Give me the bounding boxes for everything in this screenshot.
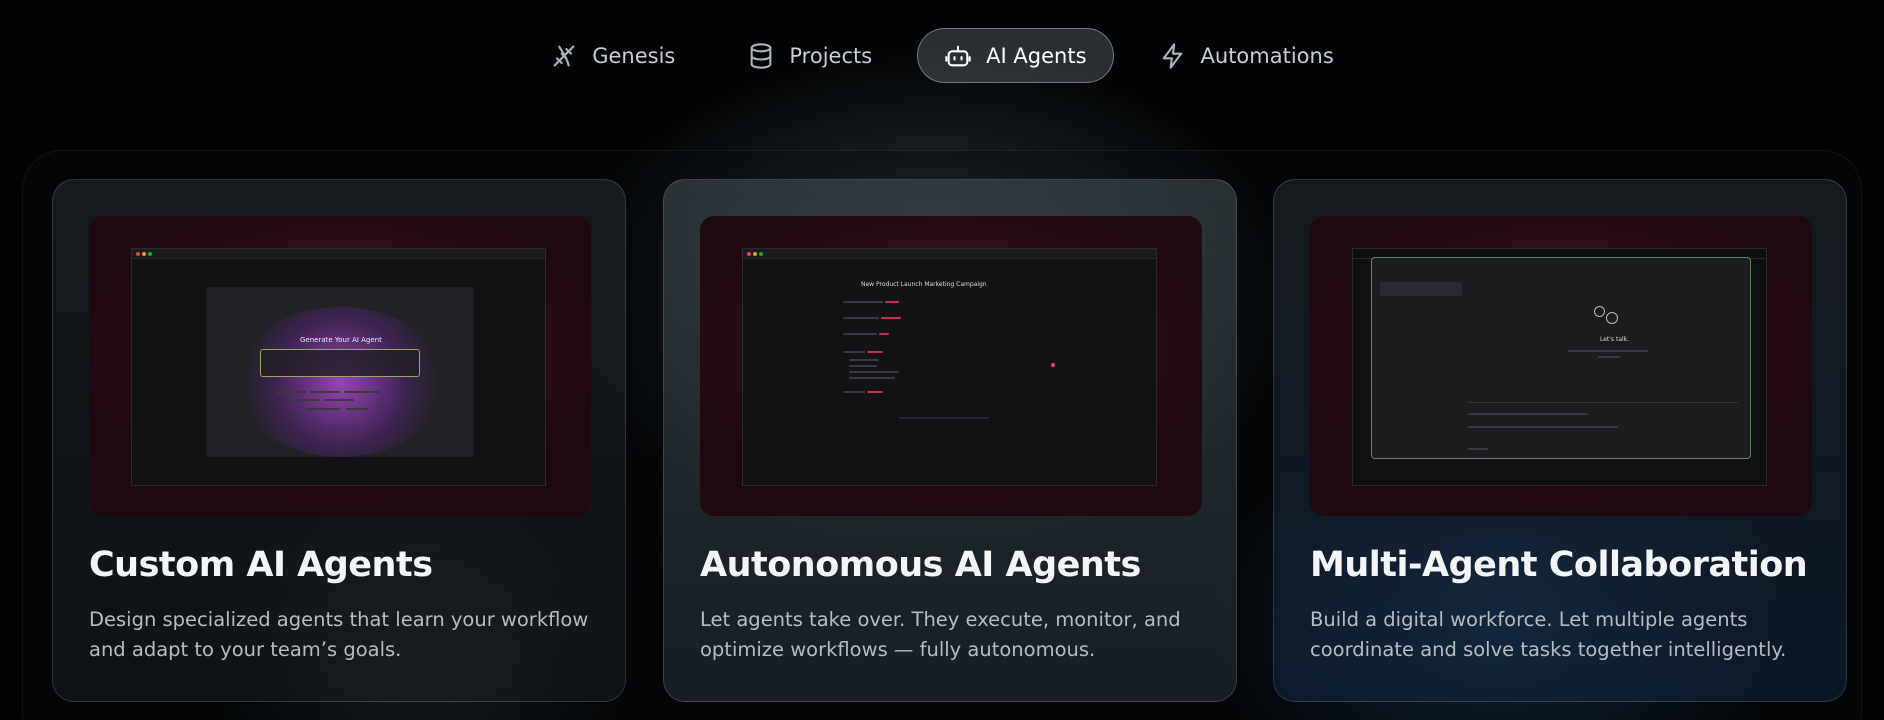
- generate-agent-modal: Generate Your AI Agent: [206, 287, 474, 457]
- doc-heading: New Product Launch Marketing Campaign: [861, 281, 987, 288]
- card-description: Design specialized agents that learn you…: [89, 608, 589, 661]
- tab-genesis[interactable]: Genesis: [523, 28, 702, 83]
- tab-ai-agents[interactable]: AI Agents: [917, 28, 1114, 83]
- card-screenshot: Generate Your AI Agent: [89, 216, 591, 516]
- app-window: New Product Launch Marketing Campaign: [742, 248, 1157, 486]
- chat-panel: Let's talk.: [1371, 257, 1751, 459]
- card-title: Custom AI Agents: [89, 545, 433, 585]
- card-screenshot: New Product Launch Marketing Campaign: [700, 216, 1202, 516]
- database-icon: [750, 42, 772, 69]
- card-screenshot: Let's talk.: [1310, 216, 1812, 516]
- feature-card-custom-agents[interactable]: Generate Your AI Agent Custom AI Agents …: [52, 179, 626, 702]
- card-description: Let agents take over. They execute, moni…: [700, 608, 1181, 661]
- card-description: Build a digital workforce. Let multiple …: [1310, 608, 1787, 661]
- lightning-icon: [1162, 42, 1182, 69]
- app-window: Let's talk.: [1352, 248, 1767, 486]
- tab-label: AI Agents: [986, 43, 1087, 68]
- dna-icon: [553, 45, 575, 66]
- tab-label: Genesis: [592, 43, 676, 68]
- robot-icon: [945, 45, 971, 66]
- modal-heading: Generate Your AI Agent: [300, 336, 382, 344]
- tab-automations[interactable]: Automations: [1132, 28, 1361, 83]
- tab-projects[interactable]: Projects: [720, 28, 899, 83]
- card-title: Autonomous AI Agents: [700, 545, 1141, 585]
- tab-label: Automations: [1200, 43, 1334, 68]
- feature-card-multi-agent[interactable]: Let's talk. Multi-Agent Collaboration Bu…: [1273, 179, 1847, 702]
- app-window: Generate Your AI Agent: [131, 248, 546, 486]
- chat-heading: Let's talk.: [1600, 336, 1630, 343]
- tab-label: Projects: [789, 43, 873, 68]
- card-title: Multi-Agent Collaboration: [1310, 545, 1808, 585]
- feature-card-autonomous-agents[interactable]: New Product Launch Marketing Campaign Au…: [663, 179, 1237, 702]
- feature-tabs: Genesis Projects AI Agents Automations: [0, 28, 1884, 83]
